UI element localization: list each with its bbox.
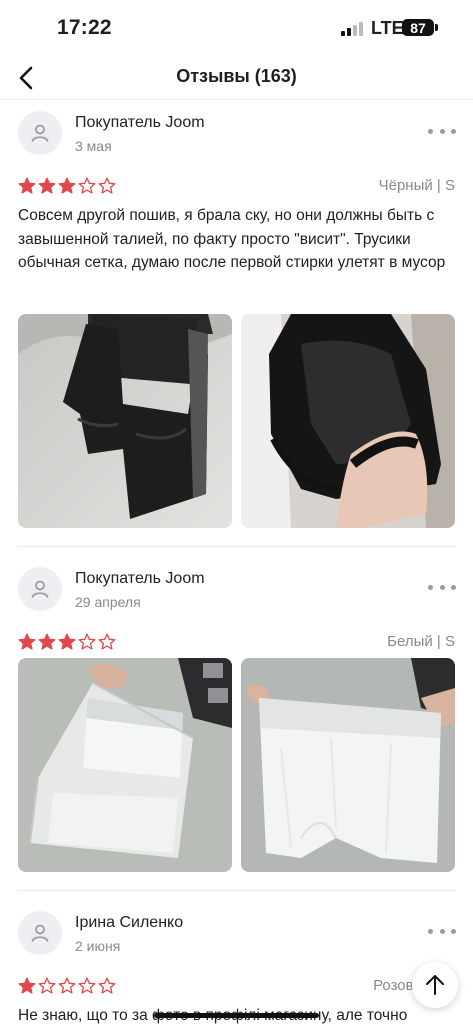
- scroll-to-top-button[interactable]: [412, 962, 458, 1008]
- review-date: 3 мая: [75, 138, 112, 154]
- avatar[interactable]: [18, 911, 62, 955]
- status-time: 17:22: [57, 16, 112, 39]
- user-icon: [31, 924, 49, 942]
- star-filled-icon: [18, 977, 36, 994]
- star-rating: [18, 977, 116, 995]
- star-empty-icon: [58, 977, 76, 994]
- page-title: Отзывы (163): [176, 66, 297, 86]
- nav-bar: Отзывы (163): [0, 56, 473, 100]
- more-options-button[interactable]: [428, 580, 456, 594]
- battery-icon: 87: [402, 19, 434, 36]
- network-label: LTE: [371, 18, 404, 38]
- star-empty-icon: [98, 977, 116, 994]
- review-photo[interactable]: [18, 658, 232, 872]
- user-icon: [31, 124, 49, 142]
- review-date: 29 апреля: [75, 594, 141, 610]
- arrow-up-icon: [426, 975, 444, 995]
- review-author[interactable]: Ірина Силенко: [75, 914, 183, 932]
- star-filled-icon: [58, 633, 76, 650]
- star-empty-icon: [78, 977, 96, 994]
- review-author[interactable]: Покупатель Joom: [75, 114, 205, 132]
- star-empty-icon: [78, 633, 96, 650]
- review-date: 2 июня: [75, 938, 121, 954]
- review-text: Совсем другой пошив, я брала ску, но они…: [18, 207, 446, 271]
- divider: [18, 546, 455, 547]
- user-icon: [31, 580, 49, 598]
- reviews-screen: 17:22 LTE 87 Отзывы (163) Покупатель Joo…: [0, 0, 473, 1024]
- star-filled-icon: [38, 177, 56, 194]
- battery-tip: [435, 24, 438, 31]
- review-photo[interactable]: [241, 658, 455, 872]
- review-variant: Белый | S: [387, 633, 455, 650]
- star-filled-icon: [38, 633, 56, 650]
- review-photo[interactable]: [241, 314, 455, 528]
- star-rating: [18, 177, 116, 195]
- star-filled-icon: [58, 177, 76, 194]
- review-photo[interactable]: [18, 314, 232, 528]
- star-empty-icon: [78, 177, 96, 194]
- star-empty-icon: [98, 177, 116, 194]
- star-rating: [18, 633, 116, 651]
- status-bar: 17:22 LTE 87: [0, 0, 473, 56]
- star-empty-icon: [98, 633, 116, 650]
- review-variant: Чёрный | S: [378, 177, 455, 194]
- review-author[interactable]: Покупатель Joom: [75, 570, 205, 588]
- avatar[interactable]: [18, 567, 62, 611]
- more-options-button[interactable]: [428, 124, 456, 138]
- star-filled-icon: [18, 633, 36, 650]
- star-empty-icon: [38, 977, 56, 994]
- cellular-signal-icon: [341, 22, 365, 36]
- star-filled-icon: [18, 177, 36, 194]
- more-options-button[interactable]: [428, 924, 456, 938]
- home-indicator[interactable]: [154, 1013, 319, 1018]
- divider: [18, 890, 455, 891]
- avatar[interactable]: [18, 111, 62, 155]
